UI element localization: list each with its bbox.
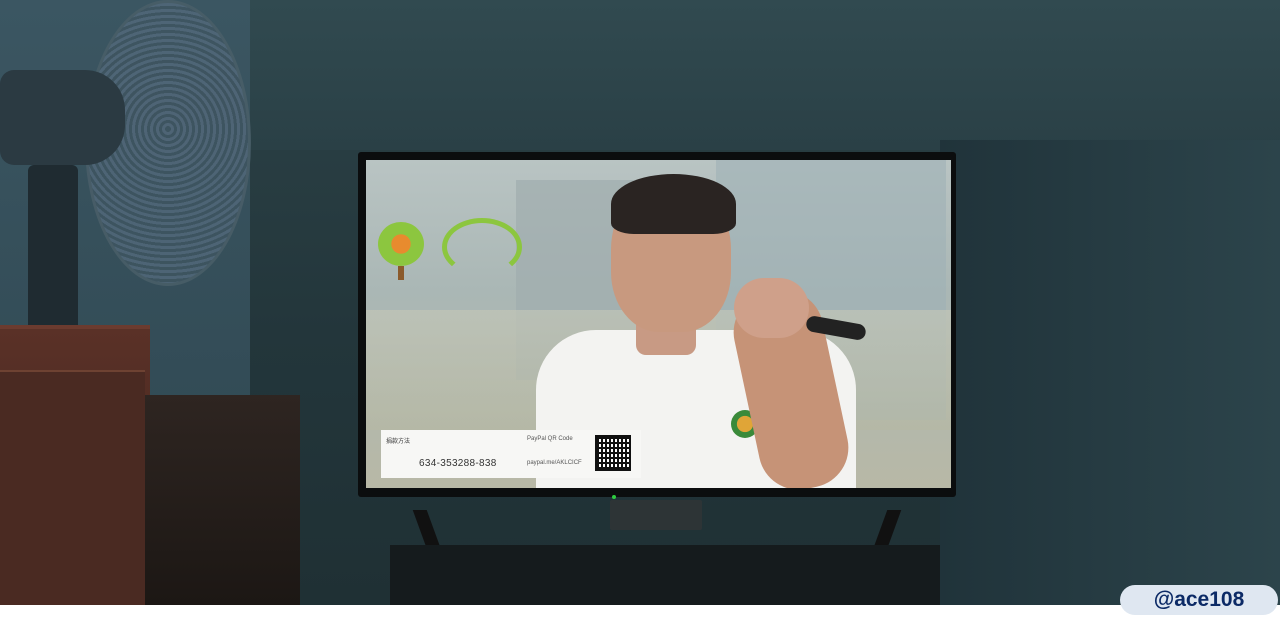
right-wall [940,140,1280,605]
fan-motor [0,70,125,165]
tv-screen: 捐款方法 634-353288-838 PayPal QR Code paypa… [366,160,951,488]
tree-logo-icon [378,222,426,294]
singer-fist [734,278,809,338]
fan-pole [28,165,78,345]
watermark: @ace108 [1120,585,1278,615]
paypal-title: PayPal QR Code [527,436,573,442]
tv-stand-box [610,500,702,530]
tv-power-led [612,495,616,499]
room-photo: 捐款方法 634-353288-838 PayPal QR Code paypa… [0,0,1280,605]
side-table [145,395,300,605]
ceiling [240,0,1280,150]
arc-logo-icon [442,218,522,276]
paypal-url: paypal.me/AKLCICF [527,460,582,466]
qr-code-icon [595,435,631,471]
media-console [390,545,940,605]
donation-banner: 捐款方法 634-353288-838 PayPal QR Code paypa… [381,430,641,478]
donation-label: 捐款方法 [386,439,411,445]
tv-leg-left [412,510,442,550]
tv-leg-right [872,510,902,550]
watermark-text: @ace108 [1153,588,1245,611]
singer-hair [611,174,736,234]
cabinet-drawer [0,370,145,605]
donation-phone: 634-353288-838 [419,458,497,469]
